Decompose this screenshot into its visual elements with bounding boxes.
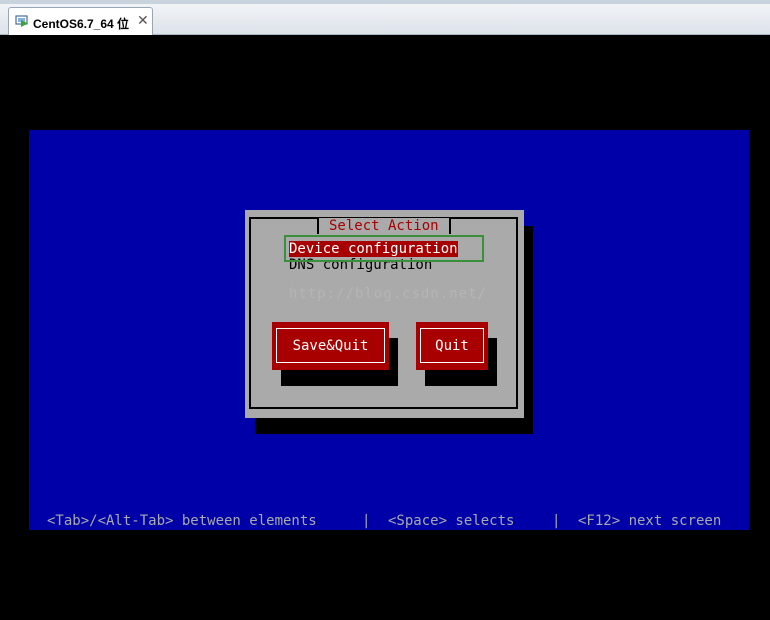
close-icon[interactable]: ✕ bbox=[137, 12, 149, 29]
tab-centos-vm[interactable]: CentOS6.7_64 位 ✕ bbox=[8, 7, 153, 35]
dialog-title: Select Action bbox=[317, 218, 451, 234]
status-separator-2: | bbox=[552, 513, 561, 529]
watermark-text: http://blog.csdn.net/ bbox=[289, 286, 488, 302]
focus-highlight bbox=[284, 235, 484, 262]
virtual-machine-icon bbox=[15, 15, 28, 27]
save-quit-button[interactable]: Save&Quit bbox=[272, 322, 389, 370]
select-action-dialog: Select Action Device configuration DNS c… bbox=[245, 210, 524, 418]
save-quit-button-label: Save&Quit bbox=[276, 328, 385, 363]
status-separator-1: | bbox=[362, 513, 371, 529]
status-bar: <Tab>/<Alt-Tab> between elements | <Spac… bbox=[29, 512, 749, 530]
vm-tab-bar: CentOS6.7_64 位 ✕ bbox=[0, 0, 770, 35]
quit-button[interactable]: Quit bbox=[416, 322, 488, 370]
status-hint-f12: <F12> next screen bbox=[578, 513, 722, 529]
status-hint-space: <Space> selects bbox=[388, 513, 515, 529]
tab-label: CentOS6.7_64 位 bbox=[33, 17, 130, 31]
quit-button-label: Quit bbox=[420, 328, 484, 363]
tab-bar-strip bbox=[0, 0, 770, 4]
status-hint-tab: <Tab>/<Alt-Tab> between elements bbox=[47, 513, 317, 529]
